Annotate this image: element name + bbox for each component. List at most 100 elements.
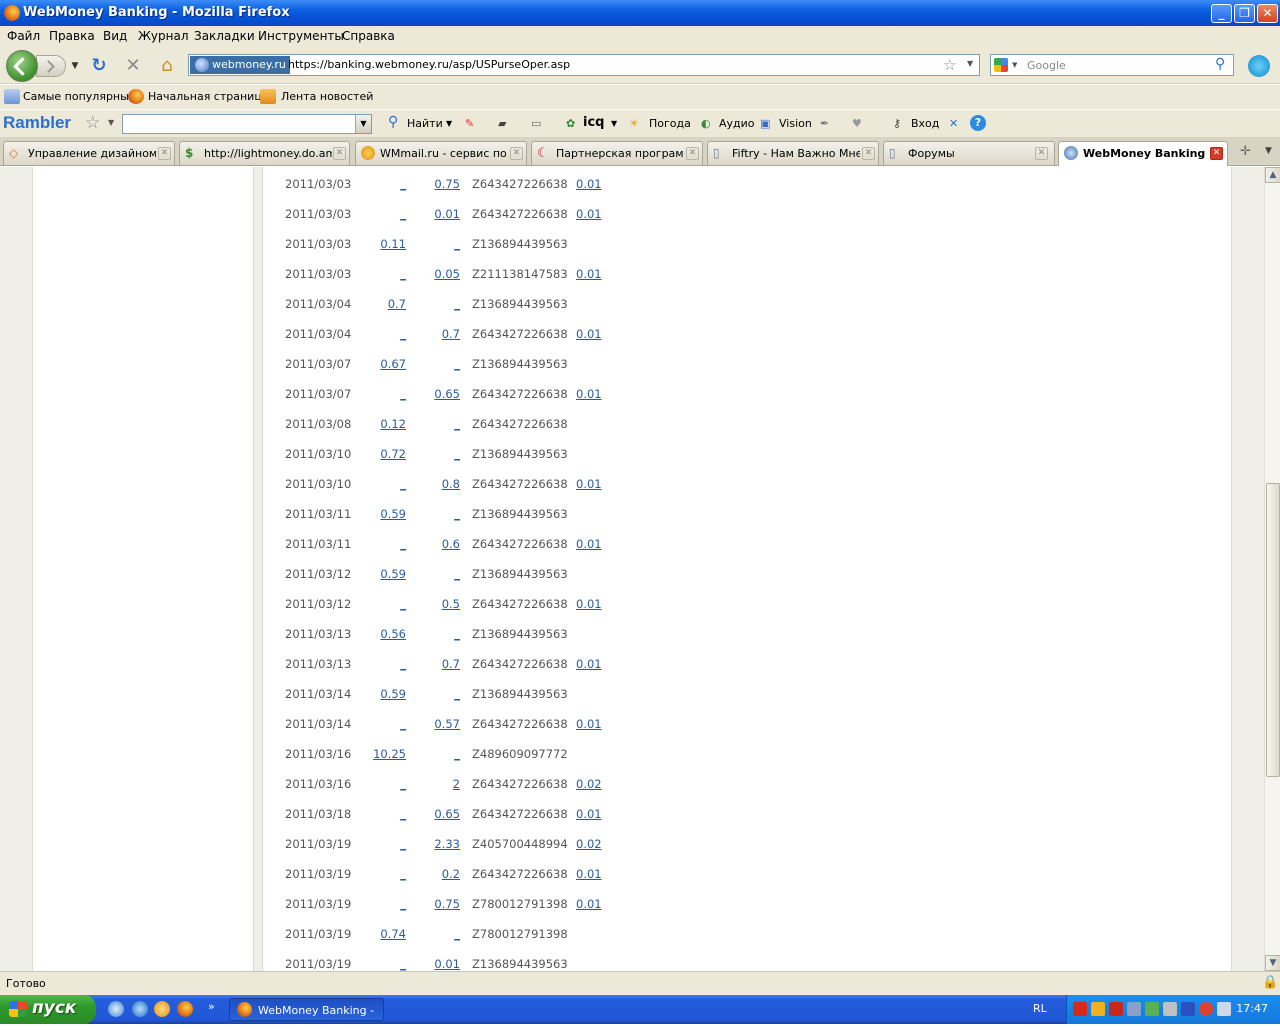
operation-fee[interactable]: 0.01 [576, 807, 602, 821]
operation-incoming-amount[interactable]: _ [346, 477, 406, 491]
quicklaunch-media-icon[interactable] [154, 1001, 170, 1017]
bluetooth-icon[interactable] [1181, 1002, 1195, 1016]
operation-incoming-amount[interactable]: 0.11 [346, 237, 406, 251]
tab-close-icon[interactable]: ✕ [333, 147, 346, 160]
operation-fee[interactable]: 0.01 [576, 327, 602, 341]
popup-icon[interactable]: ▭ [531, 117, 541, 130]
feather-icon[interactable]: ✒ [820, 117, 829, 130]
tab-wmmail[interactable]: WMmail.ru - сервис по... ✕ [355, 141, 527, 165]
operation-incoming-amount[interactable]: 0.59 [346, 687, 406, 701]
antivirus-icon[interactable] [1073, 1002, 1087, 1016]
operation-fee[interactable]: 0.01 [576, 267, 602, 281]
operation-outgoing-amount[interactable]: 0.57 [400, 717, 460, 731]
start-button[interactable]: пуск [0, 995, 96, 1024]
operation-fee[interactable]: 0.01 [576, 897, 602, 911]
operation-outgoing-amount[interactable]: _ [400, 237, 460, 251]
star-dropdown-icon[interactable]: ▼ [108, 118, 114, 127]
icq-dropdown-icon[interactable]: ▼ [611, 119, 617, 128]
operation-outgoing-amount[interactable]: 0.6 [400, 537, 460, 551]
login-button[interactable]: Вход [911, 117, 939, 130]
operation-outgoing-amount[interactable]: 2 [400, 777, 460, 791]
tab-close-icon[interactable]: ✕ [862, 147, 875, 160]
menu-tools[interactable]: Инструменты [258, 29, 344, 43]
language-indicator[interactable]: RL [1033, 1002, 1047, 1015]
menu-view[interactable]: Вид [103, 29, 127, 43]
scrollbar-thumb[interactable] [1266, 483, 1280, 777]
operation-outgoing-amount[interactable]: 0.01 [400, 207, 460, 221]
operation-fee[interactable]: 0.01 [576, 477, 602, 491]
tab-webmoney-banking[interactable]: WebMoney Banking ✕ [1058, 141, 1228, 166]
operation-outgoing-amount[interactable]: _ [400, 297, 460, 311]
search-box[interactable]: ▼ Google ⚲ [990, 54, 1234, 76]
operation-incoming-amount[interactable]: _ [346, 537, 406, 551]
maximize-button[interactable]: ❐ [1234, 4, 1255, 23]
menu-help[interactable]: Справка [342, 29, 395, 43]
bookmark-most-visited[interactable]: Самые популярные [23, 90, 136, 103]
tab-lightmoney[interactable]: $ http://lightmoney.do.am/ ✕ [179, 141, 350, 165]
operation-outgoing-amount[interactable]: 0.2 [400, 867, 460, 881]
quicklaunch-ie-icon[interactable] [108, 1001, 124, 1017]
operation-fee[interactable]: 0.01 [576, 657, 602, 671]
tray-green-icon[interactable] [1145, 1002, 1159, 1016]
tab-forums[interactable]: ▯ Форумы ✕ [883, 141, 1055, 165]
operation-outgoing-amount[interactable]: 0.7 [400, 327, 460, 341]
tray-app-icon[interactable] [1091, 1002, 1105, 1016]
security-icon[interactable] [1199, 1002, 1213, 1016]
operation-fee[interactable]: 0.01 [576, 537, 602, 551]
operation-outgoing-amount[interactable]: 0.65 [400, 387, 460, 401]
lock-icon[interactable]: 🔒 [1262, 975, 1278, 990]
operation-incoming-amount[interactable]: _ [346, 387, 406, 401]
operation-incoming-amount[interactable]: _ [346, 597, 406, 611]
operation-incoming-amount[interactable]: 0.72 [346, 447, 406, 461]
icq-button[interactable]: icq [583, 115, 604, 130]
operation-outgoing-amount[interactable]: 0.5 [400, 597, 460, 611]
quicklaunch-more-icon[interactable]: » [208, 1000, 215, 1013]
volume-icon[interactable] [1163, 1002, 1177, 1016]
operation-incoming-amount[interactable]: _ [346, 897, 406, 911]
minimize-button[interactable]: _ [1211, 4, 1232, 23]
ati-icon[interactable] [1109, 1002, 1123, 1016]
operation-outgoing-amount[interactable]: _ [400, 447, 460, 461]
scroll-up-icon[interactable]: ▲ [1265, 167, 1280, 183]
reload-icon[interactable]: ↻ [88, 56, 110, 76]
operation-incoming-amount[interactable]: 0.67 [346, 357, 406, 371]
url-dropdown-icon[interactable]: ▼ [967, 59, 973, 68]
operation-fee[interactable]: 0.01 [576, 387, 602, 401]
back-button[interactable] [6, 50, 38, 82]
taskbar-app-webmoney[interactable]: WebMoney Banking - ... [229, 998, 384, 1030]
operation-incoming-amount[interactable]: _ [346, 327, 406, 341]
new-tab-icon[interactable]: ✛ [1240, 144, 1251, 159]
menu-history[interactable]: Журнал [138, 29, 189, 43]
vision-button[interactable]: Vision [779, 117, 812, 130]
operation-incoming-amount[interactable]: 10.25 [346, 747, 406, 761]
operation-incoming-amount[interactable]: 0.59 [346, 507, 406, 521]
tab-partner[interactable]: ☾ Партнерская програм... ✕ [531, 141, 703, 165]
quicklaunch-firefox-icon[interactable] [177, 1001, 193, 1017]
search-engine-dropdown-icon[interactable]: ▼ [1012, 61, 1017, 69]
operation-incoming-amount[interactable]: _ [346, 207, 406, 221]
site-identity-button[interactable]: webmoney.ru [190, 56, 290, 74]
operation-incoming-amount[interactable]: _ [346, 657, 406, 671]
operation-incoming-amount[interactable]: 0.59 [346, 567, 406, 581]
operation-fee[interactable]: 0.01 [576, 717, 602, 731]
search-icon[interactable]: ⚲ [1215, 56, 1225, 72]
operation-incoming-amount[interactable]: 0.74 [346, 927, 406, 941]
operation-fee[interactable]: 0.01 [576, 597, 602, 611]
operation-incoming-amount[interactable]: _ [346, 267, 406, 281]
operation-incoming-amount[interactable]: _ [346, 177, 406, 191]
operation-incoming-amount[interactable]: _ [346, 717, 406, 731]
tab-close-icon[interactable]: ✕ [1035, 147, 1048, 160]
vertical-scrollbar[interactable]: ▲ ▼ [1264, 167, 1280, 971]
star-icon[interactable]: ☆ [85, 113, 100, 133]
operation-outgoing-amount[interactable]: _ [400, 417, 460, 431]
operation-outgoing-amount[interactable]: _ [400, 927, 460, 941]
rambler-logo[interactable]: Rambler [3, 113, 71, 133]
close-button[interactable]: ✕ [1257, 4, 1278, 23]
quicklaunch-desktop-icon[interactable] [132, 1001, 148, 1017]
rambler-find-button[interactable]: Найти [407, 117, 443, 130]
address-bar[interactable]: webmoney.ru https://banking.webmoney.ru/… [188, 54, 980, 76]
network-icon[interactable] [1127, 1002, 1141, 1016]
operation-outgoing-amount[interactable]: _ [400, 627, 460, 641]
tab-design[interactable]: ◇ Управление дизайном... ✕ [3, 141, 175, 165]
operation-outgoing-amount[interactable]: _ [400, 687, 460, 701]
